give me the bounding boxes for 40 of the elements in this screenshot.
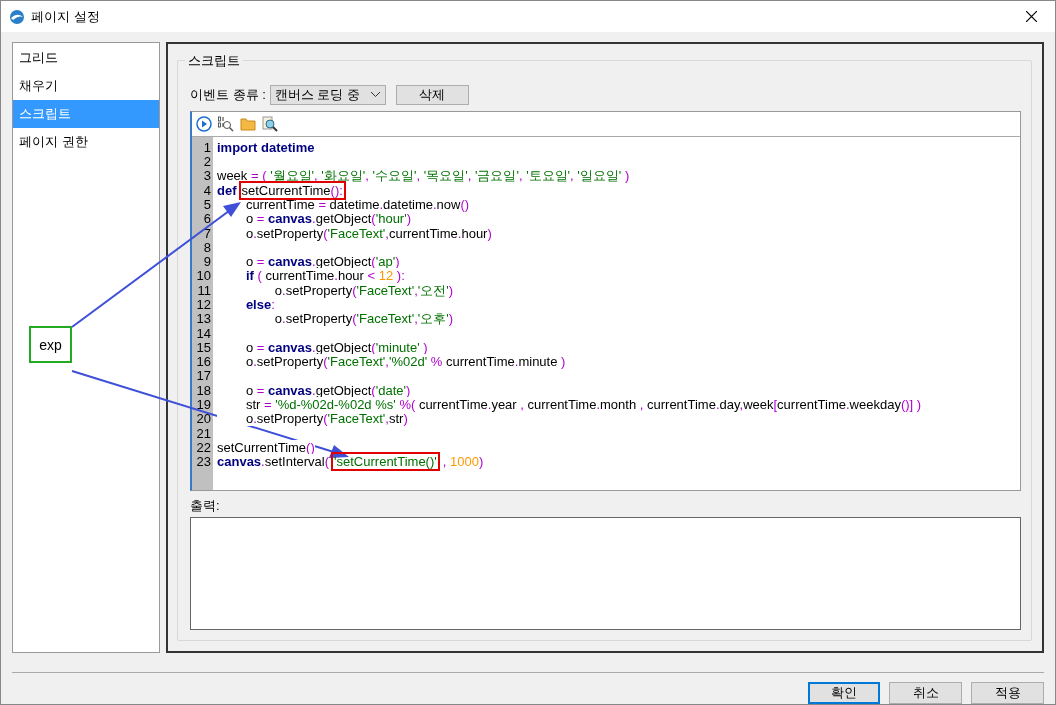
line-number: 23 <box>195 455 212 470</box>
delete-button[interactable]: 삭제 <box>395 84 469 105</box>
line-number: 18 <box>195 383 212 399</box>
sidebar-item[interactable]: 그리드 <box>13 44 159 72</box>
line-number: 9 <box>202 255 212 270</box>
group-title: 스크립트 <box>185 52 243 70</box>
line-number: 5 <box>202 197 212 213</box>
line-number: 1 <box>202 140 212 155</box>
window-title: 페이지 설정 <box>31 7 101 26</box>
event-type-label: 이벤트 종류 : <box>190 85 266 104</box>
line-number: 2 <box>202 155 212 170</box>
line-number: 6 <box>202 212 212 227</box>
line-number: 17 <box>195 369 212 384</box>
line-number: 12 <box>195 298 212 313</box>
line-number: 16 <box>195 355 212 370</box>
dialog-button[interactable]: 적용 <box>971 682 1044 704</box>
dialog-button[interactable]: 취소 <box>889 682 962 704</box>
dialog-button[interactable]: 확인 <box>808 682 880 704</box>
line-number: 15 <box>195 340 212 356</box>
code-text: canvas.setInterval( <box>217 454 330 470</box>
line-number: 22 <box>195 440 212 456</box>
output-label: 출력: <box>190 497 221 516</box>
line-number: 10 <box>195 269 212 284</box>
line-number: 20 <box>195 412 212 427</box>
line-number: 4 <box>202 183 212 198</box>
sidebar-item[interactable]: 페이지 권한 <box>13 128 159 156</box>
line-number: 8 <box>202 240 212 256</box>
line-number: 21 <box>195 426 212 441</box>
callout-label: exp <box>29 326 72 363</box>
line-number: 13 <box>195 312 212 327</box>
line-number: 19 <box>195 398 212 413</box>
highlighted-code: setCurrentTime(): <box>238 180 346 200</box>
event-type-dropdown[interactable]: 캔버스 로딩 중 <box>269 84 386 105</box>
code-text: o.setProperty('FaceText',str) <box>217 411 408 427</box>
code-text: , 1000) <box>442 454 484 470</box>
line-number: 3 <box>202 169 212 184</box>
line-number: 11 <box>196 283 212 298</box>
sidebar-item[interactable]: 채우기 <box>13 72 159 100</box>
line-number: 14 <box>195 326 212 341</box>
highlighted-code: 'setCurrentTime()' <box>331 452 440 472</box>
